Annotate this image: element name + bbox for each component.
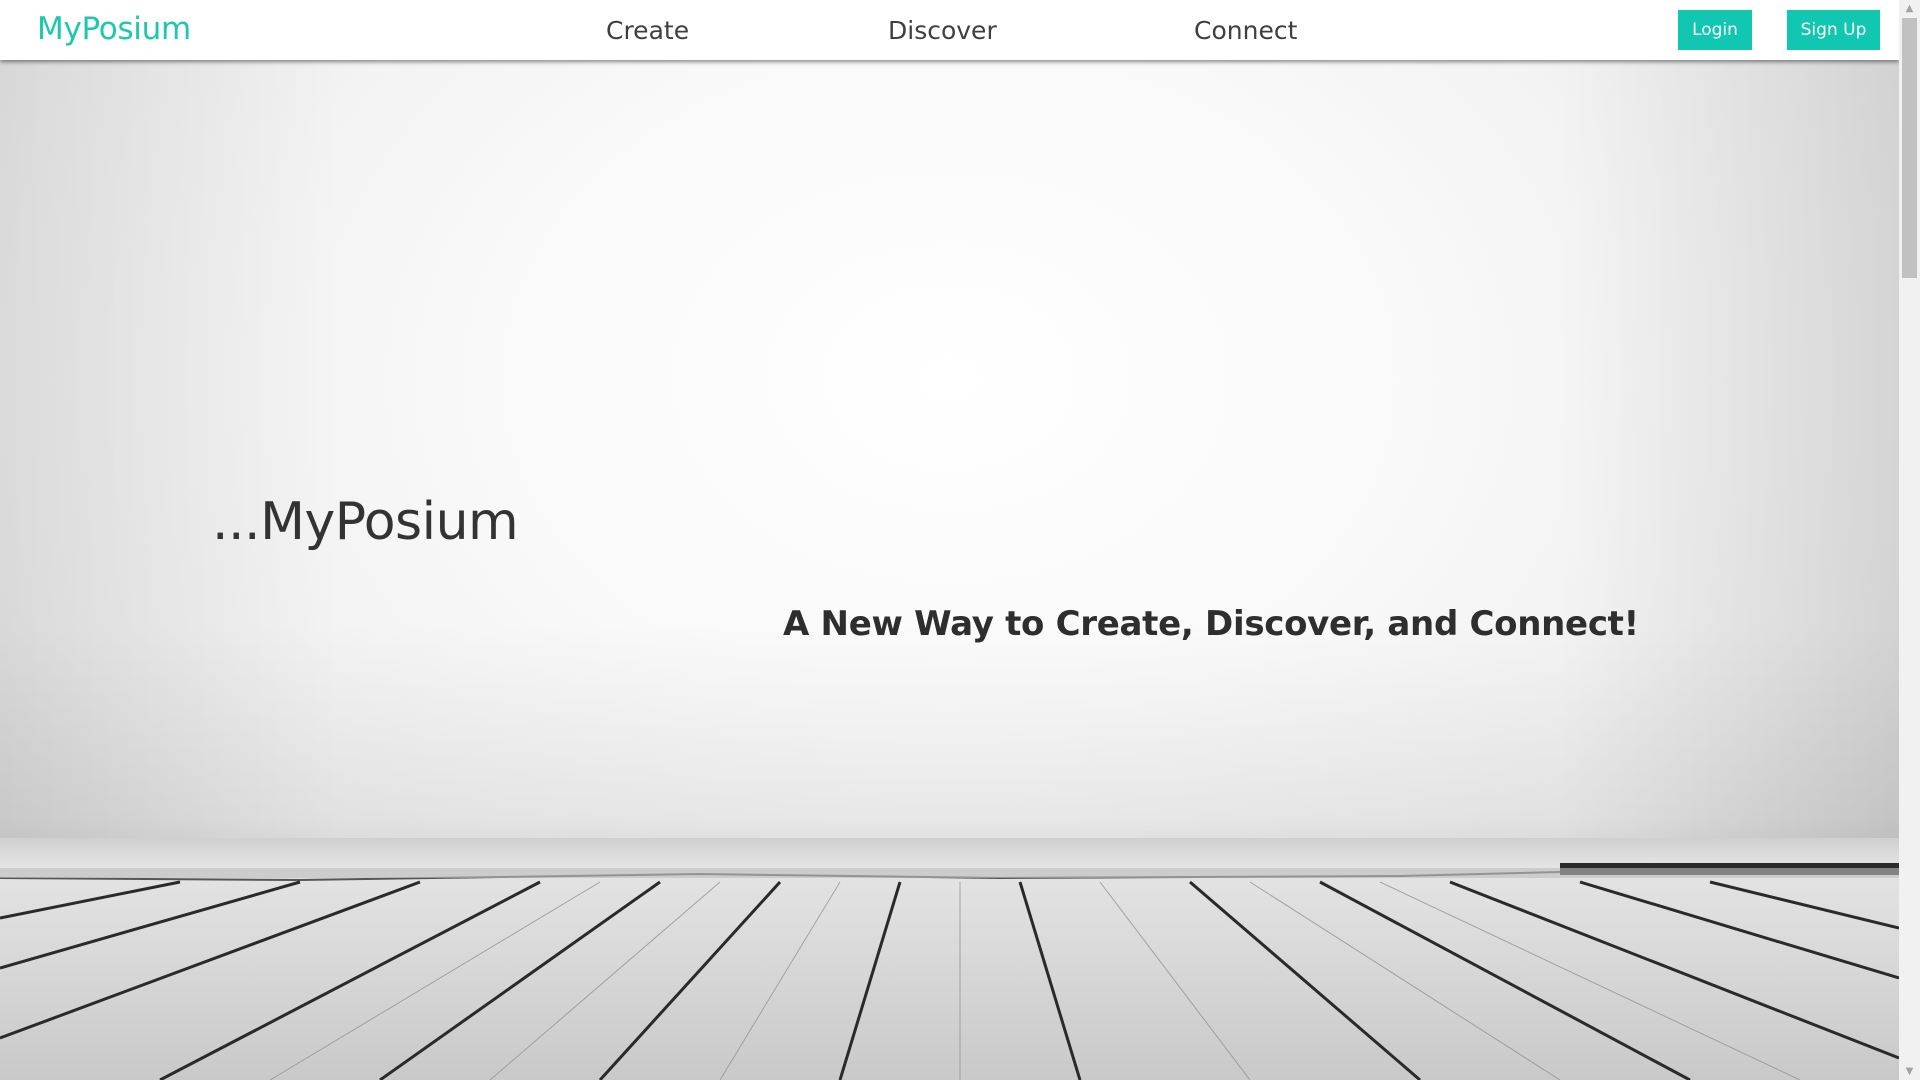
- hero-tagline: A New Way to Create, Discover, and Conne…: [783, 604, 1639, 644]
- signup-button[interactable]: Sign Up: [1787, 10, 1880, 50]
- scrollbar-thumb[interactable]: [1902, 18, 1917, 278]
- nav-link-connect[interactable]: Connect: [1194, 16, 1297, 45]
- page-viewport: MyPosium Create Discover Connect Login S…: [0, 0, 1899, 1080]
- navbar: MyPosium Create Discover Connect Login S…: [0, 0, 1899, 60]
- wall-background: [0, 0, 1899, 890]
- vertical-scrollbar[interactable]: ▲ ▼: [1899, 0, 1920, 1080]
- login-button[interactable]: Login: [1678, 10, 1752, 50]
- brand-logo[interactable]: MyPosium: [37, 11, 191, 47]
- floor-background: [0, 838, 1899, 1080]
- hero-title: ...MyPosium: [212, 492, 519, 552]
- scroll-up-arrow-icon[interactable]: ▲: [1899, 0, 1920, 17]
- nav-link-create[interactable]: Create: [606, 16, 689, 45]
- scroll-down-arrow-icon[interactable]: ▼: [1899, 1063, 1920, 1080]
- nav-link-discover[interactable]: Discover: [888, 16, 997, 45]
